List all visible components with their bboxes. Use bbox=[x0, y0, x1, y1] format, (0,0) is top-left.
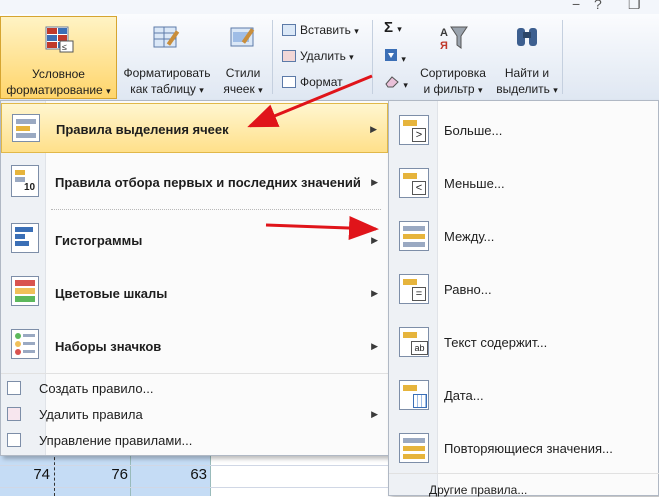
annotation-arrow-right bbox=[265, 216, 379, 241]
annotation-arrow-left bbox=[247, 74, 373, 128]
annotation-arrows bbox=[247, 74, 379, 241]
